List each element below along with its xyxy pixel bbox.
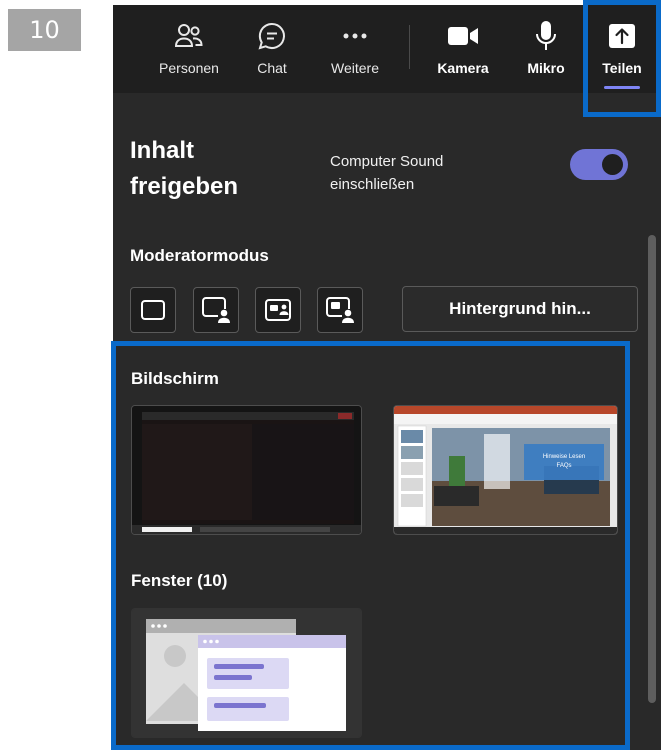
share-title-line-2: freigeben [130,173,239,200]
slide-text-line-1: Hinweise Lesen [543,454,585,460]
chat-button[interactable]: Chat [249,5,295,93]
screen-1-thumbnail[interactable] [131,405,362,535]
include-sound-line-1: Computer Sound [330,153,444,170]
step-number-badge: 10 [8,9,81,51]
window-placeholder-illustration [132,609,361,737]
toolbar-divider [409,25,410,69]
background-button[interactable]: Hintergrund hin... [402,286,638,332]
more-label: Weitere [331,60,379,76]
screen-2-preview: Hinweise Lesen FAQs [394,406,617,534]
people-icon [174,19,204,53]
people-label: Personen [159,60,219,76]
share-label: Teilen [602,60,642,76]
chat-icon [257,19,287,53]
screen-heading: Bildschirm [131,369,219,388]
screen-1-preview [132,406,361,534]
slide-text-line-2: FAQs [556,463,571,469]
share-active-indicator [604,86,640,89]
panel-scrollbar[interactable] [648,235,656,703]
microphone-icon [535,19,557,53]
standout-mode-button[interactable] [193,287,239,333]
presenter-mode-heading: Moderatormodus [130,246,269,265]
windows-heading: Fenster (10) [131,571,228,590]
camera-button[interactable]: Kamera [431,5,495,93]
include-sound-toggle[interactable] [570,149,628,180]
meeting-toolbar: Personen Chat Weitere Kamera Mikro Teile… [113,5,661,93]
people-button[interactable]: Personen [149,5,229,93]
include-sound-line-2: einschließen [330,176,415,193]
side-by-side-mode-button[interactable] [255,287,301,333]
share-upload-icon [608,19,636,53]
camera-label: Kamera [437,60,489,76]
screen-2-thumbnail[interactable]: Hinweise Lesen FAQs [393,405,618,535]
toggle-knob [602,154,623,175]
share-title-line-1: Inhalt [130,137,194,164]
reporter-mode-button[interactable] [317,287,363,333]
more-icon [342,19,368,53]
side-by-side-icon [265,299,291,321]
share-content-title: Inhalt freigeben [130,133,238,205]
include-sound-label: Computer Sound einschließen [330,150,443,196]
content-only-mode-button[interactable] [130,287,176,333]
teams-share-panel: Personen Chat Weitere Kamera Mikro Teile… [113,5,661,750]
content-only-icon [141,300,165,320]
mic-label: Mikro [527,60,565,76]
more-button[interactable]: Weitere [321,5,389,93]
reporter-mode-icon [326,297,354,323]
share-button[interactable]: Teilen [597,5,647,93]
mic-button[interactable]: Mikro [522,5,570,93]
window-thumbnail-placeholder[interactable] [131,608,362,738]
camera-icon [447,19,479,53]
standout-mode-icon [202,297,230,323]
chat-label: Chat [257,60,287,76]
